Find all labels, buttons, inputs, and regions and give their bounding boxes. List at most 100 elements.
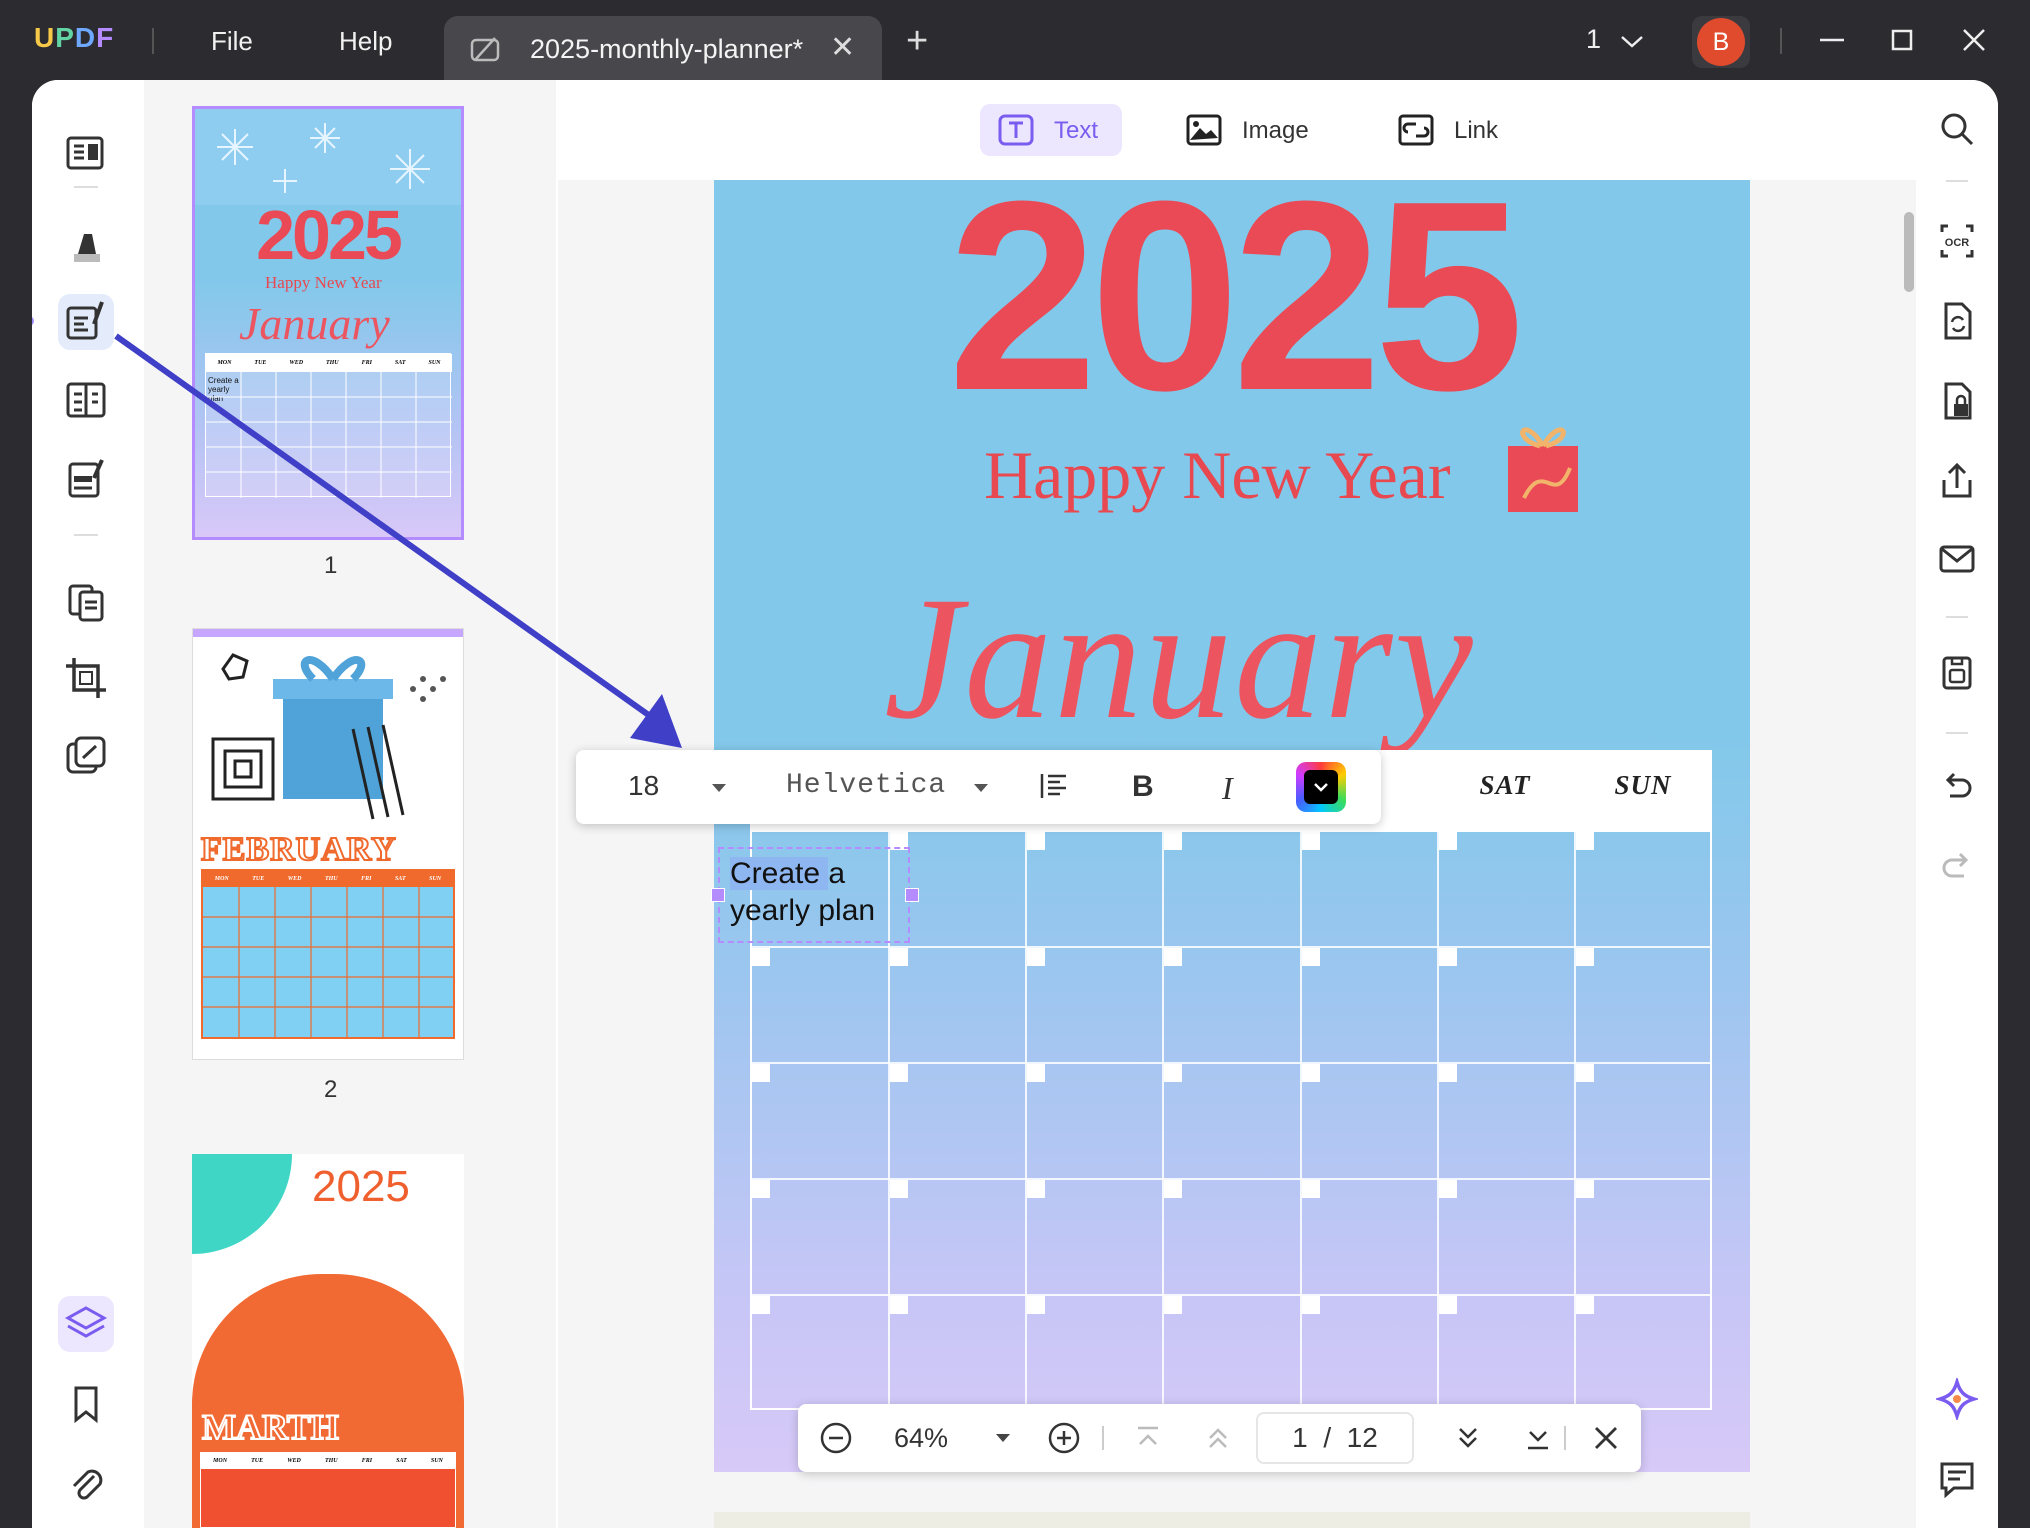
email-button[interactable] <box>1936 538 1978 580</box>
page-view-dropdown[interactable]: 1 <box>1586 24 1645 55</box>
tab-close-icon[interactable]: ✕ <box>830 33 855 63</box>
reader-tool-button[interactable] <box>58 126 114 182</box>
cell-tab <box>1439 1180 1457 1198</box>
redo-icon <box>1942 852 1969 878</box>
grid-line <box>1162 832 1164 1408</box>
ai-sparkle-icon <box>1933 1375 1981 1423</box>
page-greeting[interactable]: Happy New Year <box>984 436 1450 515</box>
cell-tab <box>1576 832 1594 850</box>
resize-handle-right[interactable] <box>905 888 919 902</box>
resize-handle-left[interactable] <box>711 888 725 902</box>
minimize-icon[interactable] <box>1812 20 1852 60</box>
new-tab-icon[interactable]: + <box>906 22 928 60</box>
next-page-icon[interactable] <box>1450 1420 1486 1456</box>
organize-tool-button[interactable] <box>58 572 114 628</box>
text-icon <box>998 114 1034 146</box>
thumb-month: January <box>239 298 390 349</box>
cell-tab <box>1439 948 1457 966</box>
first-page-icon[interactable] <box>1130 1420 1166 1456</box>
crop-tool-button[interactable] <box>58 650 114 706</box>
weekday-sat[interactable]: SAT <box>1436 770 1574 801</box>
weekday-sun[interactable]: SUN <box>1574 770 1712 801</box>
cell-tab <box>1164 948 1182 966</box>
thumbnail-number-2: 2 <box>324 1076 338 1103</box>
font-size-dropdown-icon[interactable] <box>710 782 728 794</box>
selected-text: Create <box>730 857 829 890</box>
cell-tab <box>1027 1064 1045 1082</box>
menu-help[interactable]: Help <box>339 26 392 57</box>
font-family-dropdown-icon[interactable] <box>972 782 990 794</box>
chevron-down-icon <box>1620 35 1643 48</box>
redo-button[interactable] <box>1936 846 1978 888</box>
cell-tab <box>1439 1064 1457 1082</box>
page-number-box[interactable]: 1 / 12 <box>1256 1412 1414 1464</box>
sign-tool-button[interactable] <box>58 452 114 508</box>
bookmark-button[interactable] <box>58 1376 114 1432</box>
font-family-value[interactable]: Helvetica <box>786 770 946 801</box>
font-size-value[interactable]: 18 <box>628 770 659 802</box>
edit-mode-icon <box>470 37 500 62</box>
ai-assistant-button[interactable] <box>1933 1375 1981 1423</box>
cell-tab <box>1164 1296 1182 1314</box>
maximize-icon[interactable] <box>1882 20 1922 60</box>
thumbnail-number-1: 1 <box>324 552 338 579</box>
italic-button[interactable]: I <box>1222 770 1233 807</box>
cell-tab <box>1302 1180 1320 1198</box>
comment-tool-button[interactable] <box>58 218 114 274</box>
protect-button[interactable] <box>1936 380 1978 422</box>
vertical-scrollbar[interactable] <box>1904 212 1914 292</box>
thumbnail-page-1[interactable]: 2025 Happy New Year January MON TUE WED THU… <box>192 106 464 540</box>
edit-tool-button[interactable] <box>58 294 114 350</box>
tools-button[interactable] <box>58 728 114 784</box>
share-button[interactable] <box>1936 460 1978 502</box>
text-box-content[interactable]: Create a yearly plan <box>730 855 910 929</box>
page-year[interactable]: 2025 <box>842 180 1622 452</box>
image-mode-button[interactable]: Image <box>1168 104 1328 156</box>
zoom-out-icon[interactable] <box>818 1420 854 1456</box>
title-divider-2 <box>1780 28 1782 54</box>
align-left-icon[interactable] <box>1038 770 1070 802</box>
zoom-dropdown-icon[interactable] <box>994 1432 1012 1444</box>
thumb2-calendar: MON TUE WED THU FRI SAT SUN <box>201 869 455 1039</box>
selected-text-box[interactable]: Create a yearly plan <box>711 847 919 943</box>
ocr-button[interactable]: OCR <box>1936 220 1978 262</box>
cell-tab <box>890 1064 908 1082</box>
zoom-level[interactable]: 64% <box>894 1423 948 1454</box>
undo-button[interactable] <box>1936 766 1978 808</box>
cell-tab <box>1027 1180 1045 1198</box>
previous-page-icon[interactable] <box>1200 1420 1236 1456</box>
close-window-icon[interactable] <box>1954 20 1994 60</box>
avatar[interactable]: B <box>1692 16 1750 68</box>
thumbnail-page-3[interactable]: 2025 MARTH MON TUE WED THU FRI SAT SUN <box>192 1154 464 1528</box>
grid-line <box>1574 832 1576 1408</box>
convert-button[interactable] <box>1936 300 1978 342</box>
bold-button[interactable]: B <box>1132 770 1154 804</box>
text-color-button[interactable] <box>1296 762 1346 812</box>
save-button[interactable] <box>1936 652 1978 694</box>
close-bar-icon[interactable] <box>1588 1420 1624 1456</box>
page-month[interactable]: January <box>884 558 1475 760</box>
thumbnail-page-2[interactable]: FEBRUARY MON TUE WED THU FRI SAT SUN <box>192 628 464 1060</box>
menu-file[interactable]: File <box>211 26 253 57</box>
cell-tab <box>1164 1064 1182 1082</box>
form-tool-button[interactable] <box>58 372 114 428</box>
cell-tab <box>1027 1296 1045 1314</box>
document-tab[interactable]: 2025-monthly-planner* ✕ <box>444 16 882 82</box>
text-mode-button[interactable]: Text <box>980 104 1122 156</box>
text-line1-rest: a <box>828 857 846 890</box>
title-divider <box>152 28 154 54</box>
last-page-icon[interactable] <box>1520 1420 1556 1456</box>
search-button[interactable] <box>1936 108 1978 150</box>
comments-button[interactable] <box>1936 1458 1978 1500</box>
layers-button[interactable] <box>58 1296 114 1352</box>
image-icon <box>1186 114 1222 146</box>
edit-mode-toolbar: Text Image Link <box>558 80 1916 180</box>
zoom-in-icon[interactable] <box>1046 1420 1082 1456</box>
pdf-page[interactable]: 2025 Happy New Year January SAT SUN <box>714 180 1750 1472</box>
attachment-button[interactable] <box>58 1456 114 1512</box>
gift-icon[interactable] <box>1504 418 1582 516</box>
reader-icon <box>66 136 104 170</box>
cell-tab <box>752 948 770 966</box>
link-mode-button[interactable]: Link <box>1380 104 1530 156</box>
crop-icon <box>66 658 106 698</box>
